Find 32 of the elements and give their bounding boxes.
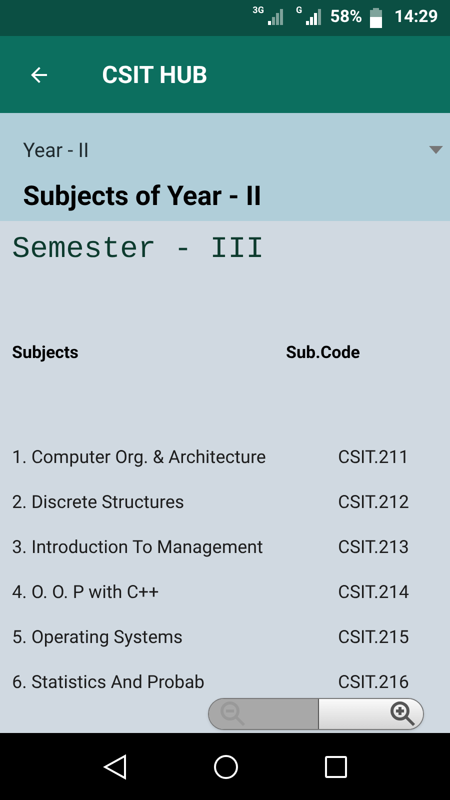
subject-code: CSIT.214 <box>338 580 409 604</box>
subject-name: 1. Computer Org. & Architecture <box>12 446 267 468</box>
subject-code: CSIT.213 <box>338 536 409 558</box>
signal-icon <box>306 9 322 27</box>
semester-title: Semester - III <box>12 235 266 265</box>
zoom-in-button[interactable] <box>318 699 423 729</box>
signal-icon <box>268 9 284 27</box>
network-label: G <box>296 5 302 18</box>
subject-code: CSIT.216 <box>338 670 409 694</box>
recents-icon[interactable] <box>325 756 347 778</box>
subject-name: 2. Discrete Structures <box>12 490 186 514</box>
network-label: 3G <box>252 5 264 18</box>
clock: 14:29 <box>394 6 438 30</box>
subject-name: 3. Introduction To Management <box>12 536 264 558</box>
zoom-out-icon <box>219 700 247 728</box>
app-title: CSIT HUB <box>102 60 208 90</box>
subject-name: 5. Operating Systems <box>12 626 184 648</box>
zoom-in-icon <box>389 700 417 728</box>
subject-code: CSIT.211 <box>338 446 409 468</box>
column-header: Sub.Code <box>286 342 360 365</box>
column-header: Subjects <box>12 342 80 365</box>
dropdown-caret-icon <box>429 146 443 154</box>
section-heading: Subjects of Year - II <box>22 183 263 210</box>
subject-code: CSIT.215 <box>338 626 409 648</box>
subject-code: CSIT.212 <box>338 490 409 514</box>
year-dropdown[interactable]: Year - II <box>0 113 450 183</box>
subject-name: 6. Statistics And Probab <box>12 670 206 694</box>
subject-name: 4. O. O. P with C++ <box>12 580 160 604</box>
battery-icon <box>370 8 382 28</box>
battery-level: 58% <box>330 6 362 30</box>
home-icon[interactable] <box>213 754 239 780</box>
back-icon[interactable] <box>103 754 127 780</box>
